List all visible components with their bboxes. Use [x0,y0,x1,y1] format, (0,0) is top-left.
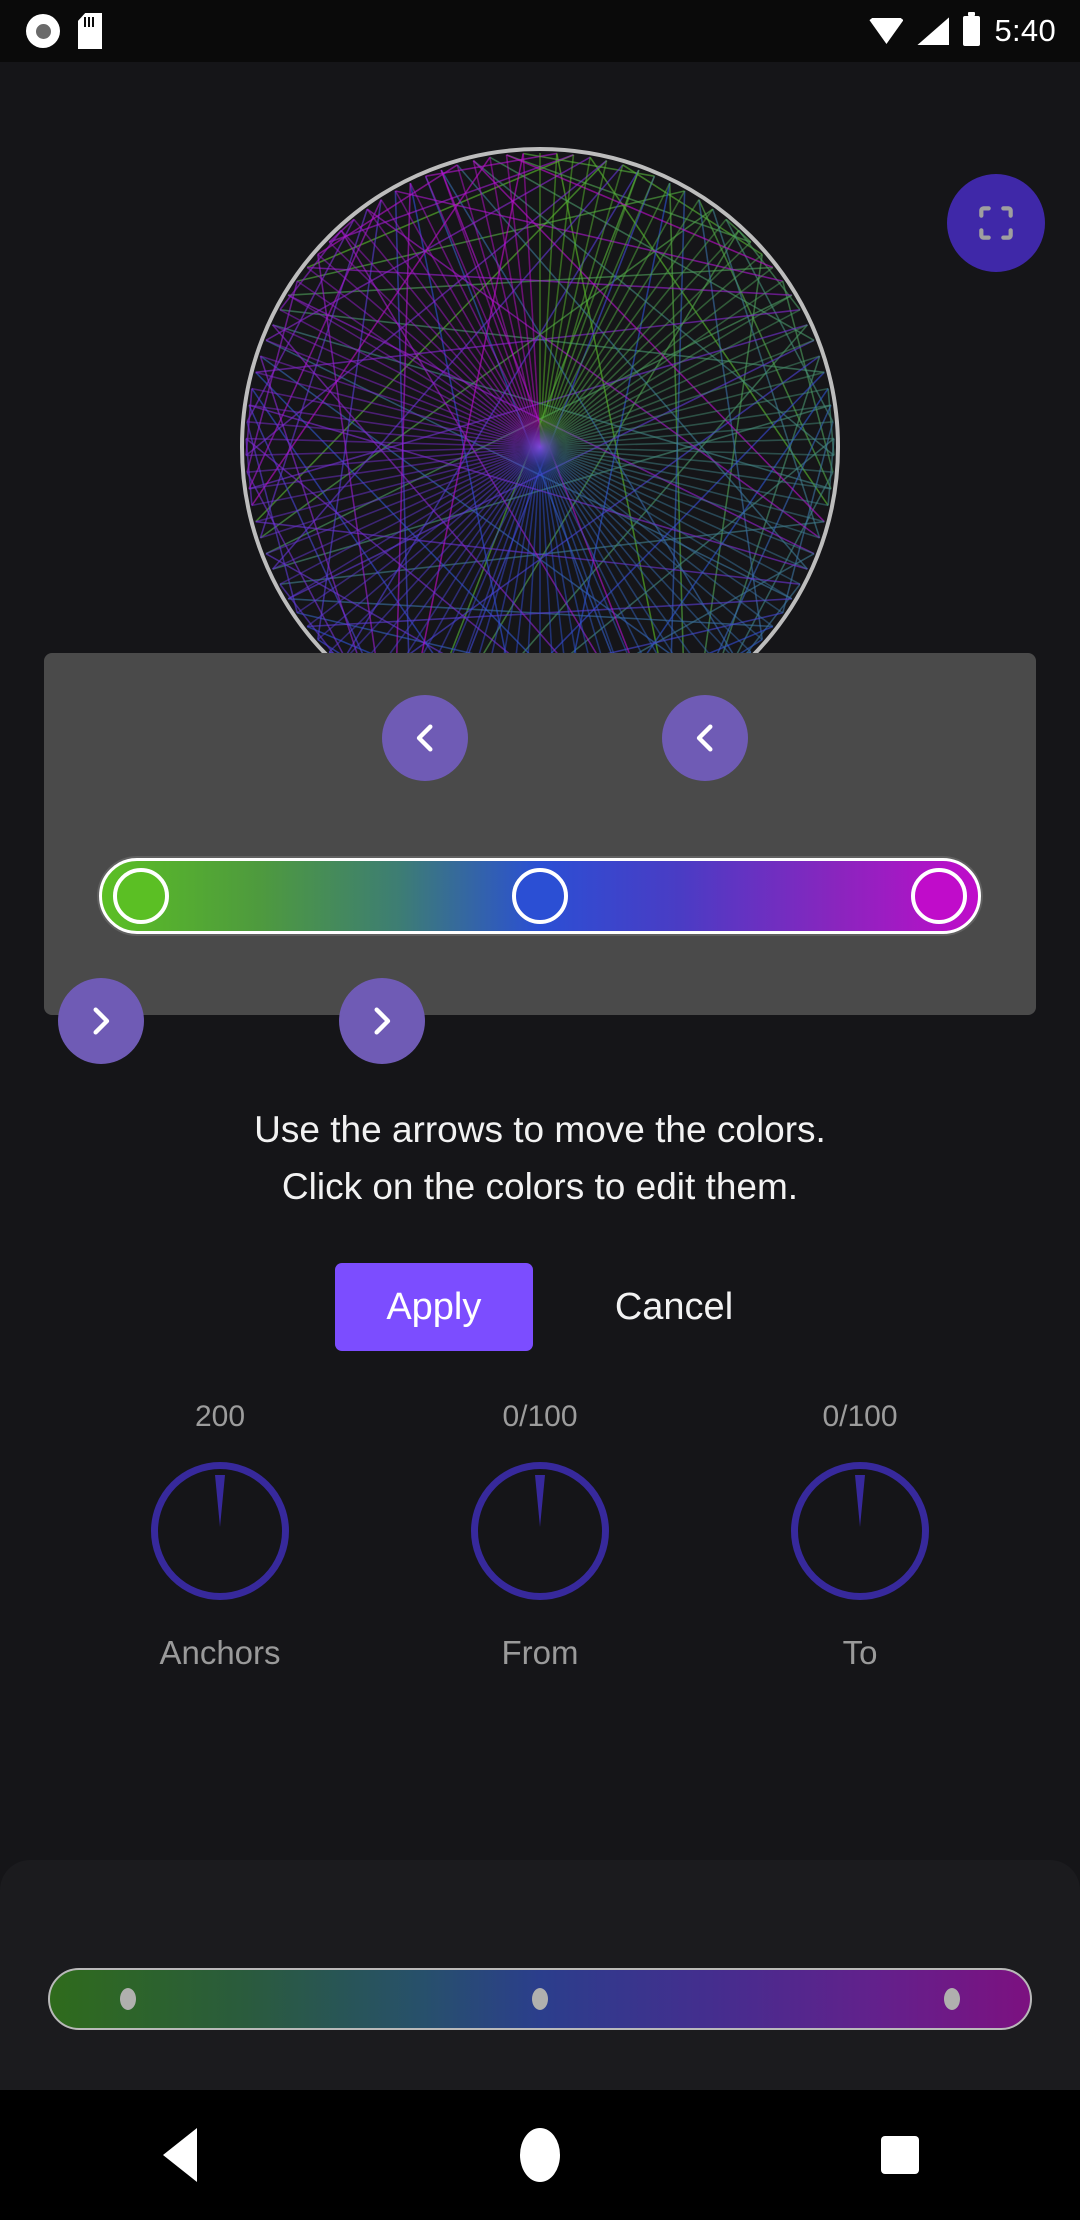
knob-anchors[interactable]: 200 Anchors [105,1400,335,1672]
android-nav-bar [0,2090,1080,2220]
status-bar-clock: 5:40 [994,13,1056,48]
knob-dial-from[interactable] [471,1462,609,1600]
knob-label-to: To [842,1634,878,1671]
chevron-right-icon [374,1007,391,1035]
knob-controls-row: 200 Anchors 0/100 From 0/100 To [0,1400,1080,1672]
apply-button[interactable]: Apply [334,1263,533,1351]
color-editor-dialog: Use the arrows to move the colors. Click… [44,653,1036,1351]
chevron-left-icon [696,724,713,752]
status-bar-left-icons [0,13,102,49]
color-stop-magenta-handle[interactable] [910,868,967,924]
wifi-icon [869,18,904,44]
knob-label-from: From [501,1634,579,1671]
preview-dot-1 [120,1988,137,2010]
gradient-slider-track[interactable] [99,858,981,934]
battery-icon [963,12,981,46]
fullscreen-expand-icon [979,206,1013,240]
hint-line-1: Use the arrows to move the colors. [254,1109,826,1150]
knob-value-to: 0/100 [822,1400,898,1433]
knob-label-anchors: Anchors [159,1634,281,1671]
fullscreen-expand-button[interactable] [947,174,1045,272]
knob-dial-to[interactable] [791,1462,929,1600]
sd-card-icon [78,13,102,49]
dialog-action-row: Apply Cancel [44,1263,1036,1351]
chevron-right-icon [93,1007,110,1035]
move-left-arrow-2[interactable] [662,695,748,781]
phone-screen: 5:40 200 Anchors 0/100 From 0/100 To Use… [0,0,1080,2220]
knob-to[interactable]: 0/100 To [745,1400,975,1672]
signal-icon [917,17,950,45]
knob-value-from: 0/100 [502,1400,578,1433]
nav-back-button[interactable] [80,2090,280,2220]
nav-recents-button[interactable] [800,2090,1000,2220]
knob-value-anchors: 200 [194,1400,246,1433]
cancel-button[interactable]: Cancel [603,1286,745,1329]
preview-dot-3 [943,1988,960,2010]
preview-dot-2 [532,1988,548,2010]
triangle-back-icon [163,2128,197,2182]
circle-home-icon [520,2128,560,2182]
status-bar: 5:40 [0,0,1080,62]
move-left-arrow-1[interactable] [382,695,468,781]
dialog-hint-text: Use the arrows to move the colors. Click… [44,1101,1036,1215]
hint-line-2: Click on the colors to edit them. [281,1166,799,1207]
nav-home-button[interactable] [440,2090,640,2220]
color-stop-green-handle[interactable] [113,868,170,924]
move-right-arrow-1[interactable] [58,978,144,1064]
status-bar-right-icons: 5:40 [869,12,1080,49]
chevron-left-icon [416,724,433,752]
gradient-preview-bar[interactable] [48,1968,1032,2030]
top-arrow-row [44,653,1036,783]
move-right-arrow-2[interactable] [339,978,425,1064]
bottom-arrow-row [44,968,1036,1078]
square-recents-icon [881,2136,919,2174]
record-icon [26,14,60,48]
knob-dial-anchors[interactable] [151,1462,289,1600]
knob-from[interactable]: 0/100 From [425,1400,655,1672]
color-stop-blue-handle[interactable] [512,868,568,924]
